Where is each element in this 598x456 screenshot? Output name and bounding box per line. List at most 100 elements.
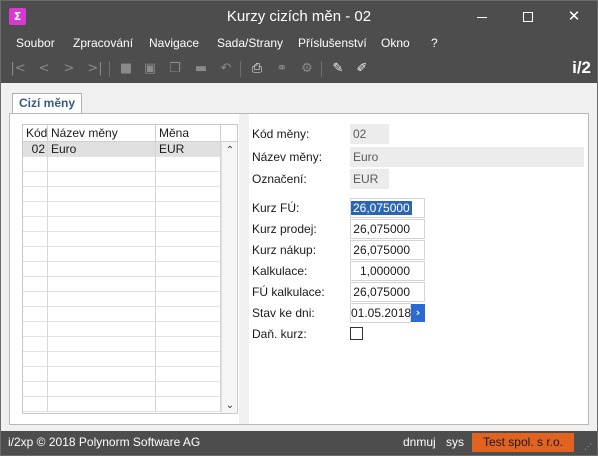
dan-kurz-checkbox[interactable] xyxy=(350,327,363,340)
oznaceni-field: EUR xyxy=(350,169,389,189)
table-row[interactable]: 02 Euro EUR xyxy=(23,142,221,157)
first-record-icon[interactable]: |< xyxy=(8,59,28,79)
table-row[interactable] xyxy=(23,382,221,397)
cell xyxy=(23,232,48,247)
maximize-button[interactable] xyxy=(505,1,551,33)
table-row[interactable] xyxy=(23,247,221,262)
new-record-icon[interactable]: ▣ xyxy=(140,59,160,79)
status-bar: i/2xp © 2018 Polynorm Software AG dnmuj … xyxy=(1,431,597,455)
menu-sada-strany[interactable]: Sada/Strany xyxy=(217,33,283,55)
status-user: dnmuj xyxy=(403,435,436,449)
menu-soubor[interactable]: Soubor xyxy=(16,33,55,55)
pen-icon[interactable]: ✐ xyxy=(352,59,372,79)
minimize-button[interactable] xyxy=(459,1,505,33)
cell xyxy=(156,187,221,202)
cell xyxy=(156,157,221,172)
cell xyxy=(48,382,156,397)
table-row[interactable] xyxy=(23,157,221,172)
previous-record-icon[interactable]: < xyxy=(34,59,54,79)
company-badge[interactable]: Test spol. s r.o. xyxy=(472,433,574,452)
stav-ke-dni-input[interactable]: 01.05.2018 xyxy=(350,303,411,323)
nazev-meny-label: Název měny: xyxy=(252,150,323,164)
chevron-up-icon[interactable]: ⌃ xyxy=(222,144,237,158)
table-row[interactable] xyxy=(23,217,221,232)
chevron-down-icon[interactable]: ⌄ xyxy=(222,399,237,413)
column-header-kod[interactable]: Kód xyxy=(23,125,48,142)
oznaceni-label: Označení: xyxy=(252,172,307,186)
cell xyxy=(156,367,221,382)
kalkulace-label: Kalkulace: xyxy=(252,264,308,278)
fu-kalkulace-label: FÚ kalkulace: xyxy=(252,285,325,299)
resize-grip-icon[interactable]: ⋰ xyxy=(584,442,594,452)
cell xyxy=(48,172,156,187)
nazev-meny-field: Euro xyxy=(350,147,584,167)
table-row[interactable] xyxy=(23,352,221,367)
save-icon[interactable]: ■ xyxy=(116,59,136,79)
currency-grid[interactable]: Kód Název měny Měna 02 Euro EUR ⌃ ⌄ xyxy=(22,124,238,414)
last-record-icon[interactable]: >| xyxy=(85,59,105,79)
kurz-prodej-input[interactable]: 26,075000 xyxy=(350,219,425,239)
menu-okno[interactable]: Okno xyxy=(381,33,410,55)
table-row[interactable] xyxy=(23,277,221,292)
table-row[interactable] xyxy=(23,322,221,337)
edit-icon[interactable]: ✎ xyxy=(328,59,348,79)
table-row[interactable] xyxy=(23,262,221,277)
menu-navigace[interactable]: Navigace xyxy=(149,33,199,55)
table-row[interactable] xyxy=(23,202,221,217)
cell xyxy=(156,172,221,187)
kurz-fu-input[interactable]: 26,075000 xyxy=(350,198,425,218)
cell-currency: EUR xyxy=(156,142,221,157)
stav-ke-dni-label: Stav ke dni: xyxy=(252,306,315,320)
tab-cizi-meny[interactable]: Cizí měny xyxy=(12,93,82,114)
grid-scrollbar[interactable]: ⌃ ⌄ xyxy=(221,142,237,413)
delete-icon[interactable]: ▬ xyxy=(191,59,211,79)
table-row[interactable] xyxy=(23,292,221,307)
kalkulace-input[interactable]: 1,000000 xyxy=(350,261,425,281)
settings-icon[interactable]: ⚙ xyxy=(297,59,317,79)
cell xyxy=(48,262,156,277)
cell xyxy=(23,292,48,307)
kurz-nakup-label: Kurz nákup: xyxy=(252,243,317,257)
cell xyxy=(23,397,48,412)
cell xyxy=(48,322,156,337)
table-row[interactable] xyxy=(23,172,221,187)
print-icon[interactable]: ⎙ xyxy=(247,59,267,79)
menu-zpracovani[interactable]: Zpracování xyxy=(73,33,133,55)
menu-prislusenstvi[interactable]: Příslušenství xyxy=(298,33,367,55)
splitter[interactable] xyxy=(239,114,249,424)
kurz-nakup-input[interactable]: 26,075000 xyxy=(350,240,425,260)
undo-icon[interactable]: ↶ xyxy=(216,59,236,79)
menu-help[interactable]: ? xyxy=(431,33,438,55)
cell xyxy=(23,277,48,292)
table-row[interactable] xyxy=(23,337,221,352)
cell xyxy=(48,307,156,322)
cell xyxy=(156,277,221,292)
next-record-icon[interactable]: > xyxy=(59,59,79,79)
link-icon[interactable]: ⚭ xyxy=(272,59,292,79)
cell xyxy=(48,277,156,292)
cell xyxy=(156,262,221,277)
table-row[interactable] xyxy=(23,397,221,412)
dan-kurz-label: Daň. kurz: xyxy=(252,327,307,341)
maximize-icon xyxy=(523,12,533,22)
brand-logo: i/2 xyxy=(572,58,591,77)
table-row[interactable] xyxy=(23,367,221,382)
column-header-mena[interactable]: Měna xyxy=(156,125,221,142)
kod-meny-field: 02 xyxy=(350,124,389,144)
cell xyxy=(156,202,221,217)
date-picker-button[interactable]: › xyxy=(411,304,425,322)
table-row[interactable] xyxy=(23,307,221,322)
fu-kalkulace-input[interactable]: 26,075000 xyxy=(350,282,425,302)
cell xyxy=(23,307,48,322)
close-button[interactable]: ✕ xyxy=(551,1,597,33)
client-area: Cizí měny Kód Název měny Měna 02 Euro EU… xyxy=(1,83,597,431)
cell xyxy=(48,292,156,307)
kurz-fu-value: 26,075000 xyxy=(351,201,412,215)
toolbar-separator xyxy=(240,61,241,77)
column-header-nazev[interactable]: Název měny xyxy=(48,125,156,142)
copy-icon[interactable]: ❐ xyxy=(165,59,185,79)
table-row[interactable] xyxy=(23,232,221,247)
title-bar[interactable]: Σ Kurzy cizích měn - 02 ✕ xyxy=(1,1,597,33)
cell xyxy=(156,292,221,307)
table-row[interactable] xyxy=(23,187,221,202)
